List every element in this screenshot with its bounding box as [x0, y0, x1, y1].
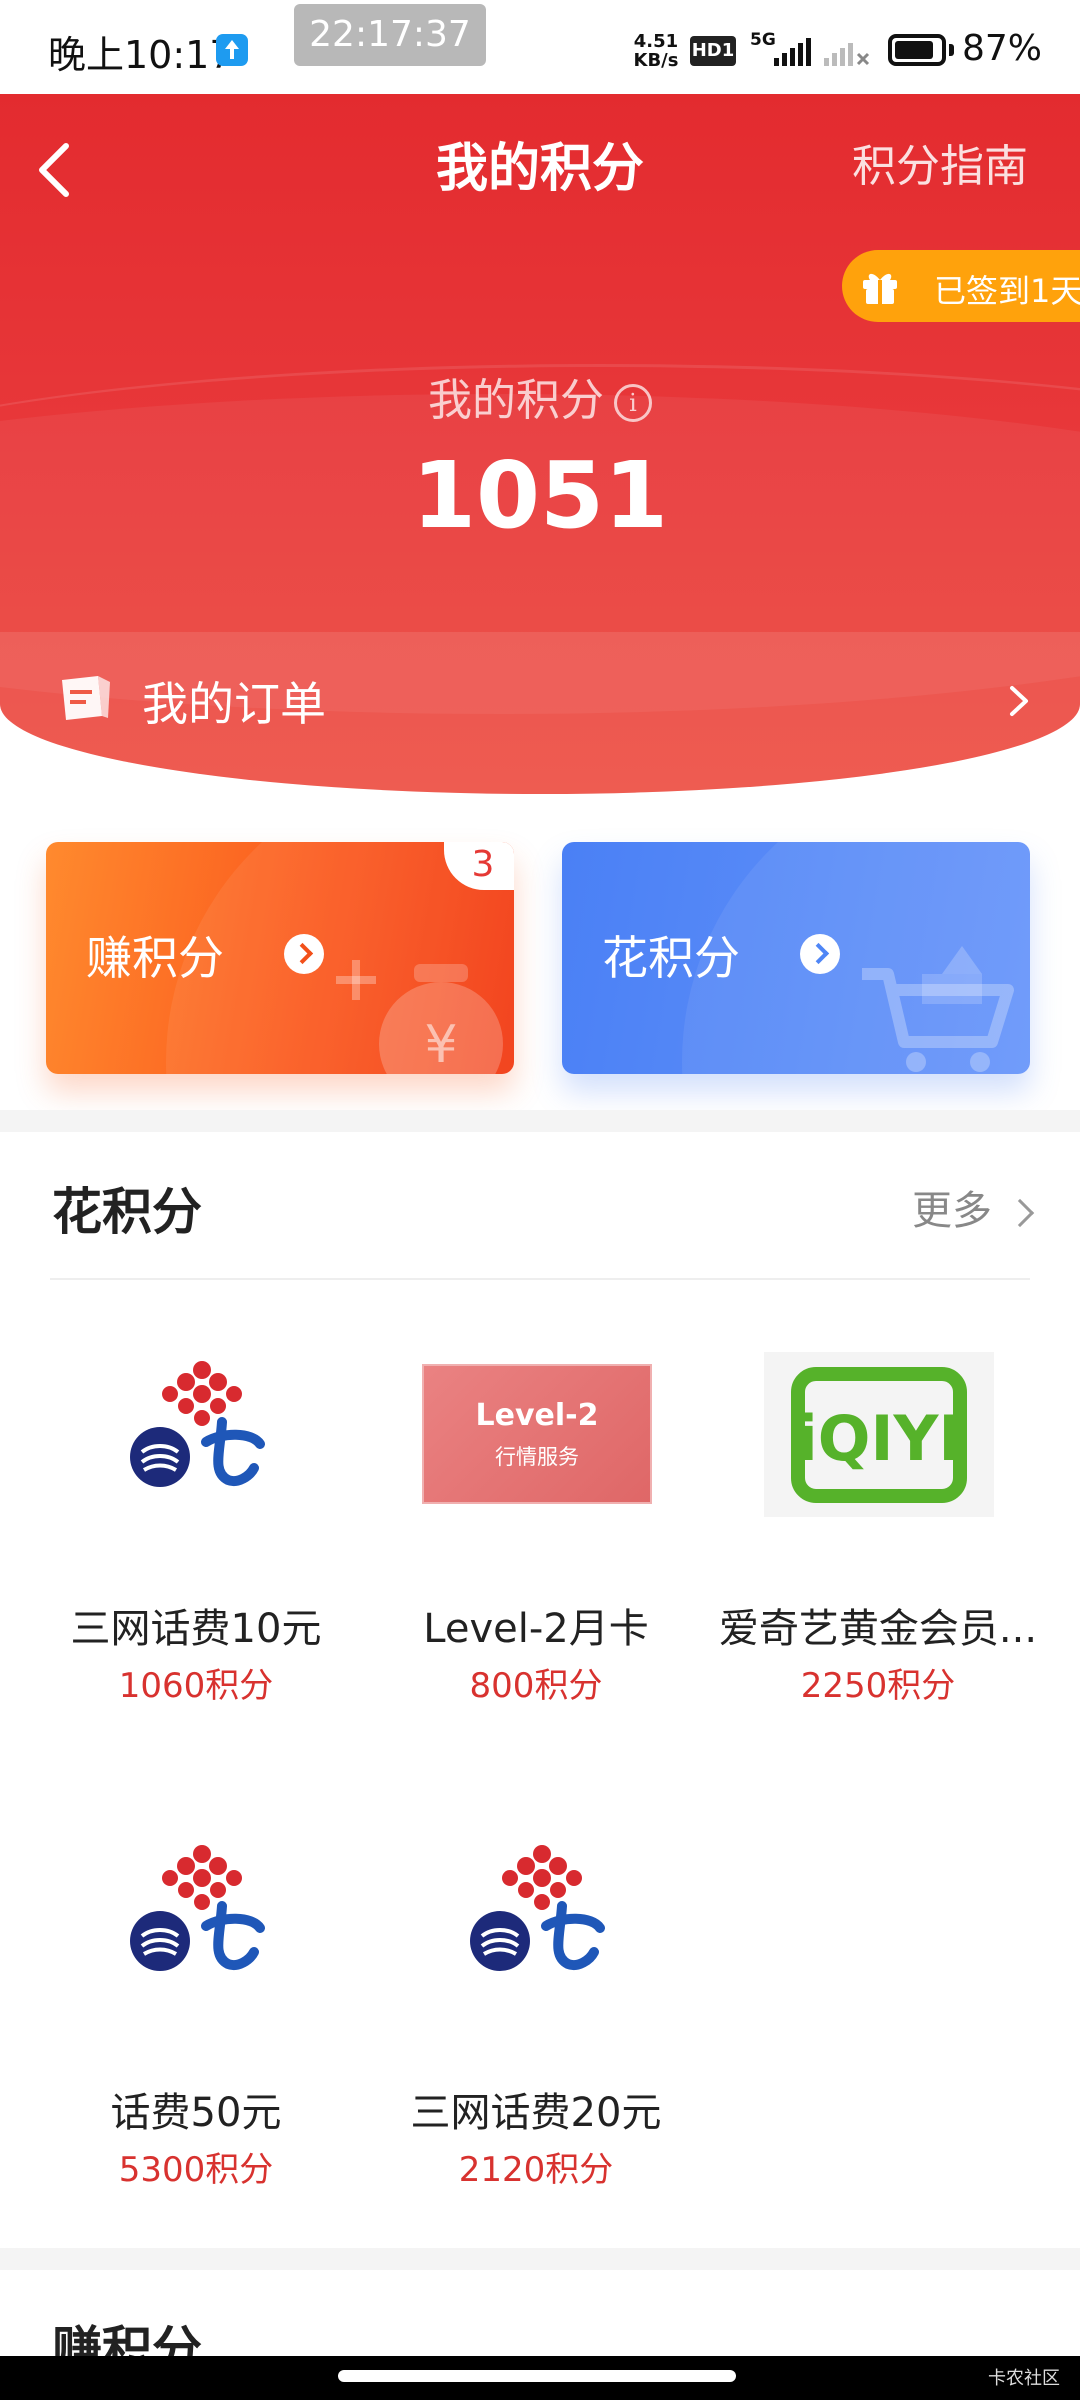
- earn-points-card[interactable]: 赚积分 3 ¥: [46, 842, 514, 1074]
- spend-points-card[interactable]: 花积分: [562, 842, 1030, 1074]
- product-price: 5300积分: [118, 2150, 274, 2190]
- section-gap: [0, 2248, 1080, 2270]
- info-icon[interactable]: i: [614, 384, 652, 422]
- chevron-right-icon: [1005, 1198, 1035, 1228]
- product-item[interactable]: 话费50元 5300积分: [26, 1836, 366, 2256]
- telecom-logo-image: [470, 1845, 605, 1971]
- product-name: 三网话费10元: [70, 1606, 322, 1652]
- section-divider: [50, 1278, 1030, 1280]
- iqiyi-logo-text: iQIYI: [797, 1402, 962, 1475]
- points-value: 1051: [411, 442, 669, 549]
- home-gesture-handle[interactable]: [338, 2370, 736, 2382]
- network-speed-value: 4.51: [633, 31, 679, 52]
- shopping-cart-icon: [862, 946, 1014, 1072]
- gift-icon: [863, 273, 897, 304]
- signal-icon: [774, 38, 870, 66]
- system-navigation-bar: 卡农社区: [0, 2356, 1080, 2400]
- product-price: 800积分: [469, 1666, 603, 1706]
- product-item[interactable]: 三网话费20元 2120积分: [366, 1836, 706, 2256]
- status-bar: 晚上10:17 22:17:37 4.51 KB/s HD1 5G 87%: [0, 0, 1080, 94]
- product-name: 三网话费20元: [410, 2090, 662, 2136]
- points-label-row: 我的积分 i: [0, 364, 1080, 428]
- signin-text: 已签到1天: [934, 272, 1080, 310]
- go-arrow-icon: [800, 934, 840, 974]
- points-header: 我的积分 积分指南 已签到1天 我的积分 i 1051 我的订单: [0, 94, 1080, 794]
- points-label: 我的积分: [428, 375, 604, 426]
- battery-fill: [895, 41, 933, 59]
- chevron-right-icon: [1010, 686, 1028, 716]
- earn-points-label: 赚积分: [86, 931, 224, 985]
- section-gap: [0, 1110, 1080, 1132]
- clock-overlay: 22:17:37: [294, 4, 486, 66]
- iqiyi-logo-icon: iQIYI: [791, 1367, 967, 1503]
- product-price: 2250积分: [800, 1666, 956, 1706]
- product-item[interactable]: iQIYI 爱奇艺黄金会员... 2250积分: [708, 1352, 1048, 1772]
- iqiyi-logo-image: iQIYI: [764, 1352, 994, 1517]
- telecom-logo-image: [130, 1361, 265, 1487]
- network-speed-unit: KB/s: [633, 50, 679, 71]
- signin-badge[interactable]: 已签到1天: [842, 250, 1080, 322]
- network-speed: 4.51 KB/s: [628, 32, 684, 70]
- spend-points-label: 花积分: [602, 931, 740, 985]
- order-icon: [62, 676, 110, 720]
- product-price: 1060积分: [118, 1666, 274, 1706]
- level2-image-title: Level-2: [475, 1398, 599, 1433]
- battery-percent: 87%: [962, 28, 1043, 69]
- money-bag-icon: ¥: [336, 960, 503, 1074]
- hd-voice-icon: HD1: [690, 36, 736, 66]
- status-time: 晚上10:17: [48, 33, 234, 77]
- telecom-logo-image: [130, 1845, 265, 1971]
- points-guide-link[interactable]: 积分指南: [852, 130, 1028, 194]
- battery-cap: [949, 44, 954, 56]
- my-orders-label: 我的订单: [142, 677, 326, 731]
- product-name: 爱奇艺黄金会员...: [718, 1606, 1038, 1652]
- more-label: 更多: [912, 1188, 992, 1234]
- battery-icon: [888, 34, 946, 66]
- my-orders-row[interactable]: 我的订单: [0, 632, 1080, 794]
- watermark: 卡农社区: [988, 2368, 1060, 2389]
- product-item[interactable]: Level-2 行情服务 Level-2月卡 800积分: [366, 1352, 706, 1772]
- svg-text:¥: ¥: [424, 1015, 457, 1074]
- level2-card-image: Level-2 行情服务: [422, 1364, 652, 1504]
- spend-section-title: 花积分: [52, 1183, 202, 1241]
- more-link[interactable]: 更多: [912, 1178, 1035, 1236]
- product-name: Level-2月卡: [423, 1606, 649, 1652]
- product-price: 2120积分: [458, 2150, 614, 2190]
- go-arrow-icon: [284, 934, 324, 974]
- product-name: 话费50元: [110, 2090, 282, 2136]
- product-item[interactable]: 三网话费10元 1060积分: [26, 1352, 366, 1772]
- upload-notification-icon: [216, 34, 248, 66]
- level2-image-subtitle: 行情服务: [495, 1445, 579, 1469]
